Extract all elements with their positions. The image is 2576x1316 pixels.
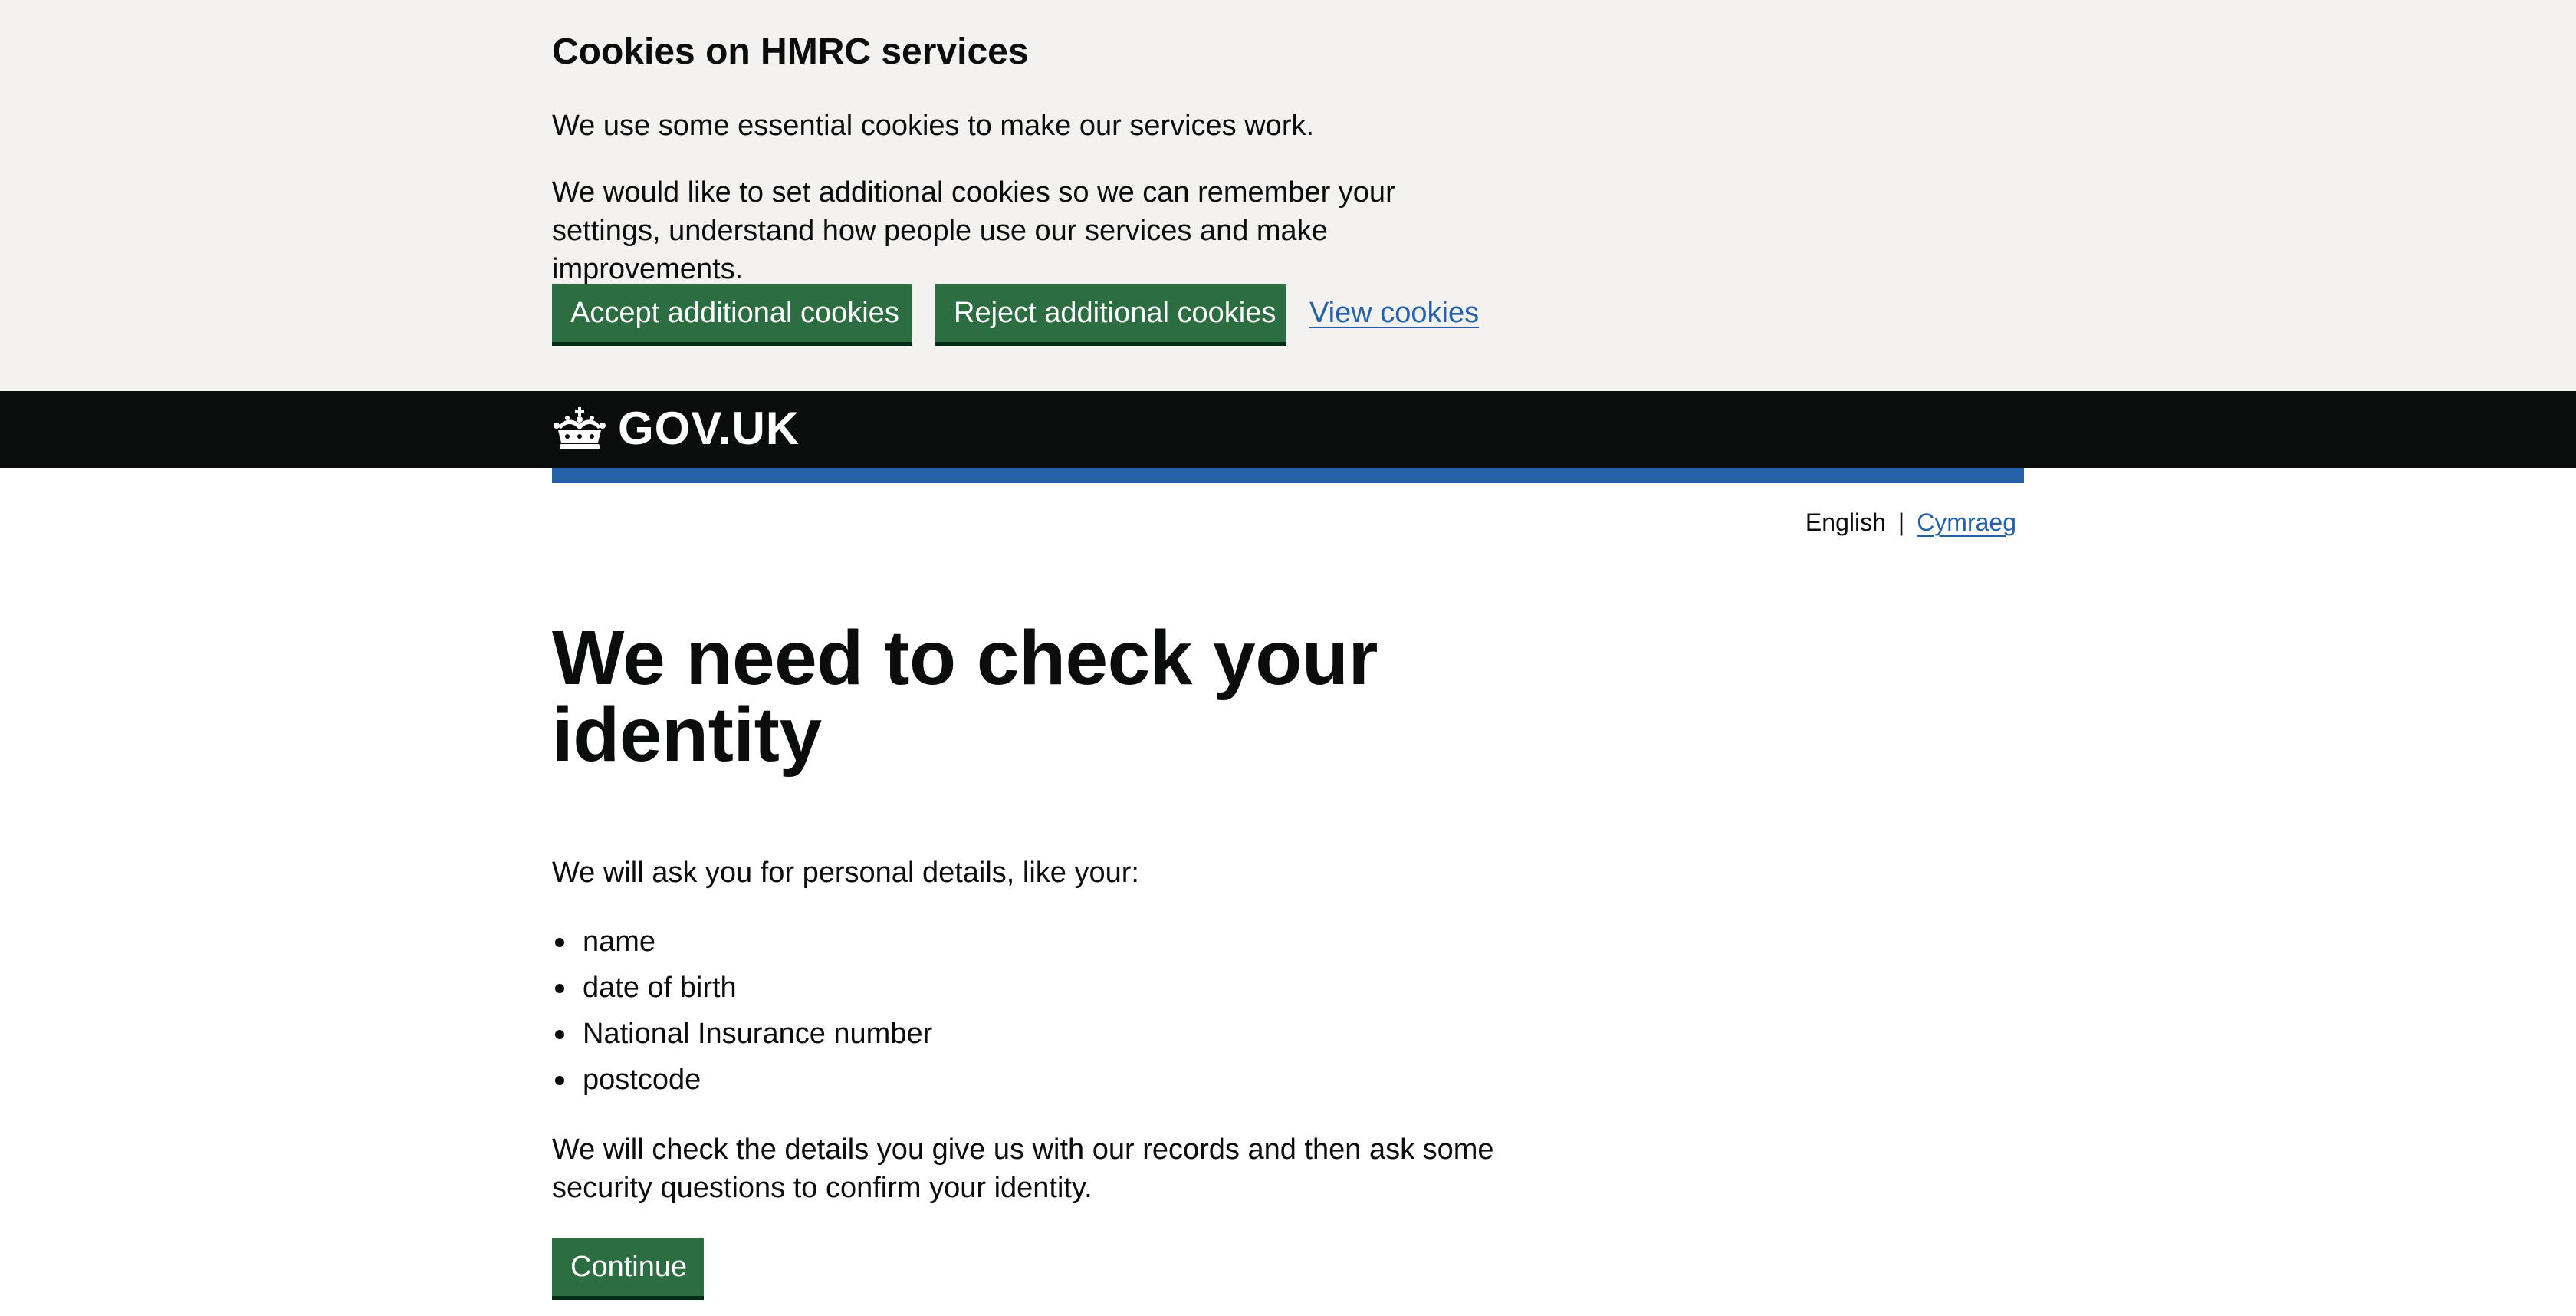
reject-cookies-button[interactable]: Reject additional cookies [935, 284, 1286, 342]
page-title: We need to check your identity [552, 615, 1378, 778]
language-current: English [1805, 508, 1886, 536]
list-item-text: date of birth [583, 972, 737, 1004]
outro-text: We will check the details you give us wi… [552, 1133, 1494, 1204]
list-item: date of birth [552, 966, 932, 1012]
govuk-logo-text: GOV.UK [618, 403, 800, 454]
list-item-text: postcode [583, 1064, 702, 1096]
site-header: GOV.UK [0, 391, 2576, 468]
view-cookies-link[interactable]: View cookies [1309, 284, 1479, 342]
cookie-banner-additional-text: We would like to set additional cookies … [552, 176, 1395, 285]
cookie-banner-actions: Accept additional cookies Reject additio… [552, 284, 1479, 347]
list-item-text: name [583, 926, 656, 958]
continue-button[interactable]: Continue [552, 1238, 704, 1296]
bullet-icon [555, 1076, 564, 1085]
cookie-banner: Cookies on HMRC services We use some ess… [0, 0, 2576, 391]
continue-container: Continue [552, 1238, 704, 1296]
language-switcher: English | Cymraeg [1806, 503, 2016, 541]
personal-details-list: name date of birth National Insurance nu… [552, 920, 932, 1104]
language-separator: | [1898, 508, 1905, 536]
bullet-icon [555, 984, 564, 993]
accept-cookies-button[interactable]: Accept additional cookies [552, 284, 912, 342]
crown-icon [552, 407, 607, 450]
cookie-banner-essential-text: We use some essential cookies to make ou… [552, 110, 1315, 142]
bullet-icon [555, 1030, 564, 1039]
list-item-text: National Insurance number [583, 1018, 933, 1050]
cookie-banner-title: Cookies on HMRC services [552, 31, 1029, 72]
list-item: National Insurance number [552, 1012, 932, 1058]
intro-text: We will ask you for personal details, li… [552, 857, 1139, 889]
govuk-logo-link[interactable]: GOV.UK [552, 402, 800, 456]
list-item: postcode [552, 1058, 932, 1104]
list-item: name [552, 920, 932, 966]
bullet-icon [555, 938, 564, 947]
header-blue-rule [552, 468, 2024, 483]
language-cymraeg-link[interactable]: Cymraeg [1917, 503, 2016, 541]
